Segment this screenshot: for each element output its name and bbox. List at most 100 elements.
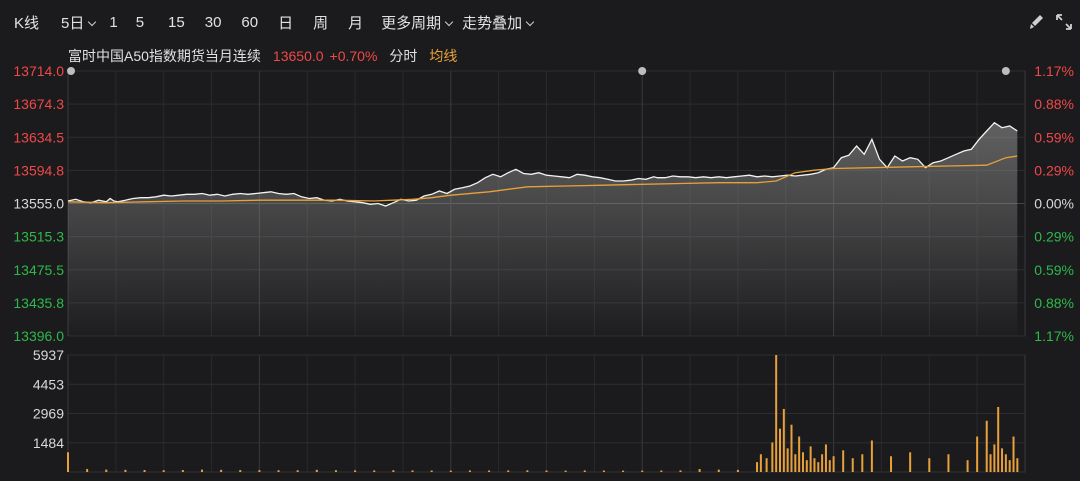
price-area xyxy=(68,122,1018,336)
volume-tick-label: 4453 xyxy=(33,376,64,392)
price-tick-label: 13396.0 xyxy=(13,328,64,344)
volume-bar xyxy=(143,470,146,472)
volume-tick-label: 5937 xyxy=(33,347,64,363)
volume-bar xyxy=(976,436,979,472)
volume-bar xyxy=(794,454,797,472)
overlay-dropdown[interactable]: 走势叠加 xyxy=(462,12,533,33)
volume-bar xyxy=(162,470,165,472)
volume-bar xyxy=(771,442,774,472)
brush-icon[interactable] xyxy=(1026,12,1046,32)
volume-bar xyxy=(821,454,824,472)
volume-bar xyxy=(1001,448,1004,472)
volume-bar xyxy=(679,470,682,472)
volume-bar xyxy=(660,470,663,472)
price-tick-label: 13555.0 xyxy=(13,196,64,212)
instrument-name: 富时中国A50指数期货当月连续 xyxy=(68,48,261,64)
volume-tick-label: 1484 xyxy=(33,435,64,451)
volume-bar xyxy=(239,470,242,472)
volume-bar xyxy=(801,452,804,472)
volume-bar xyxy=(602,470,605,472)
period-30min[interactable]: 30 xyxy=(205,14,222,31)
period-1min[interactable]: 1 xyxy=(109,14,117,31)
period-60min[interactable]: 60 xyxy=(241,14,258,31)
chart-canvas[interactable]: 13714.0 13674.3 13634.5 13594.8 13555.0 13515… xyxy=(0,0,1080,481)
volume-bar xyxy=(765,458,768,472)
volume-bar xyxy=(411,470,414,472)
percent-tick-label: 0.29% xyxy=(1034,162,1074,178)
volume-bar xyxy=(124,469,127,472)
price-tick-label: 13594.8 xyxy=(13,162,64,178)
volume-bar xyxy=(220,469,223,472)
event-marker xyxy=(67,67,75,75)
period-week[interactable]: 周 xyxy=(313,12,328,33)
volume-bar xyxy=(468,470,471,472)
volume-bar xyxy=(736,469,739,472)
volume-bar xyxy=(67,452,69,472)
volume-bar xyxy=(997,406,1000,472)
percent-tick-label: 0.00% xyxy=(1034,196,1074,212)
period-month[interactable]: 月 xyxy=(348,12,363,33)
toolbar-right xyxy=(1018,12,1074,32)
volume-bar xyxy=(828,460,831,472)
percent-tick-label: 1.17% xyxy=(1034,63,1074,79)
percent-tick-label: 0.88% xyxy=(1034,295,1074,311)
price-tick-label: 13475.5 xyxy=(13,262,64,278)
volume-bar xyxy=(851,458,854,472)
percent-tick-label: 0.29% xyxy=(1034,229,1074,245)
avg-line-legend: 均线 xyxy=(429,48,458,64)
volume-bar xyxy=(564,470,567,472)
price-tick-label: 13634.5 xyxy=(13,129,64,145)
period-dropdown[interactable]: 5日 xyxy=(61,12,95,33)
volume-bar xyxy=(928,458,931,472)
volume-bar xyxy=(842,450,845,472)
volume-bar xyxy=(1004,454,1007,472)
volume-bar xyxy=(488,470,491,472)
volume-bar xyxy=(373,470,376,472)
volume-bar xyxy=(798,436,801,472)
volume-bar xyxy=(105,469,108,472)
volume-bar xyxy=(813,458,816,472)
volume-bar xyxy=(993,444,996,472)
volume-tick-label: 2969 xyxy=(33,406,64,422)
volume-bar xyxy=(258,470,261,472)
percent-tick-label: 0.59% xyxy=(1034,262,1074,278)
volume-bar xyxy=(870,440,873,472)
volume-bar xyxy=(641,470,644,472)
volume-bar xyxy=(392,470,395,472)
volume-bar xyxy=(545,470,548,472)
price-tick-label: 13714.0 xyxy=(13,63,64,79)
volume-bar xyxy=(779,428,782,472)
price-tick-label: 13674.3 xyxy=(13,96,64,112)
volume-bar xyxy=(832,456,835,472)
change-percent: +0.70% xyxy=(329,48,378,64)
quote-info-bar: 富时中国A50指数期货当月连续 13650.0 +0.70% 分时 均线 xyxy=(68,46,457,66)
fullscreen-icon[interactable] xyxy=(1054,12,1074,32)
volume-bar xyxy=(989,454,992,472)
volume-bar xyxy=(809,446,812,472)
volume-bar xyxy=(296,470,299,472)
volume-bar xyxy=(756,462,759,472)
period-15min[interactable]: 15 xyxy=(168,14,185,31)
volume-bar xyxy=(909,452,912,472)
volume-bar xyxy=(315,469,318,472)
volume-bar xyxy=(1008,460,1011,472)
more-periods-dropdown[interactable]: 更多周期 xyxy=(381,12,452,33)
volume-bar xyxy=(526,470,529,472)
volume-bar xyxy=(449,470,452,472)
volume-bar xyxy=(717,469,720,472)
percent-tick-label: 0.59% xyxy=(1034,129,1074,145)
event-marker xyxy=(638,67,647,75)
volume-bar xyxy=(277,470,280,472)
period-toolbar: K线 5日 1 5 15 30 60 日 周 月 更多周期 走势叠加 xyxy=(0,0,1080,44)
period-day[interactable]: 日 xyxy=(278,12,293,33)
volume-bar xyxy=(181,470,184,472)
volume-bar xyxy=(985,420,988,472)
kline-button[interactable]: K线 xyxy=(14,12,39,33)
period-5min[interactable]: 5 xyxy=(136,14,144,31)
volume-bar xyxy=(622,470,625,472)
volume-bar xyxy=(86,469,89,472)
last-price: 13650.0 xyxy=(272,48,324,64)
volume-bar xyxy=(334,470,337,472)
volume-bar xyxy=(890,456,893,472)
volume-bar xyxy=(947,454,950,472)
